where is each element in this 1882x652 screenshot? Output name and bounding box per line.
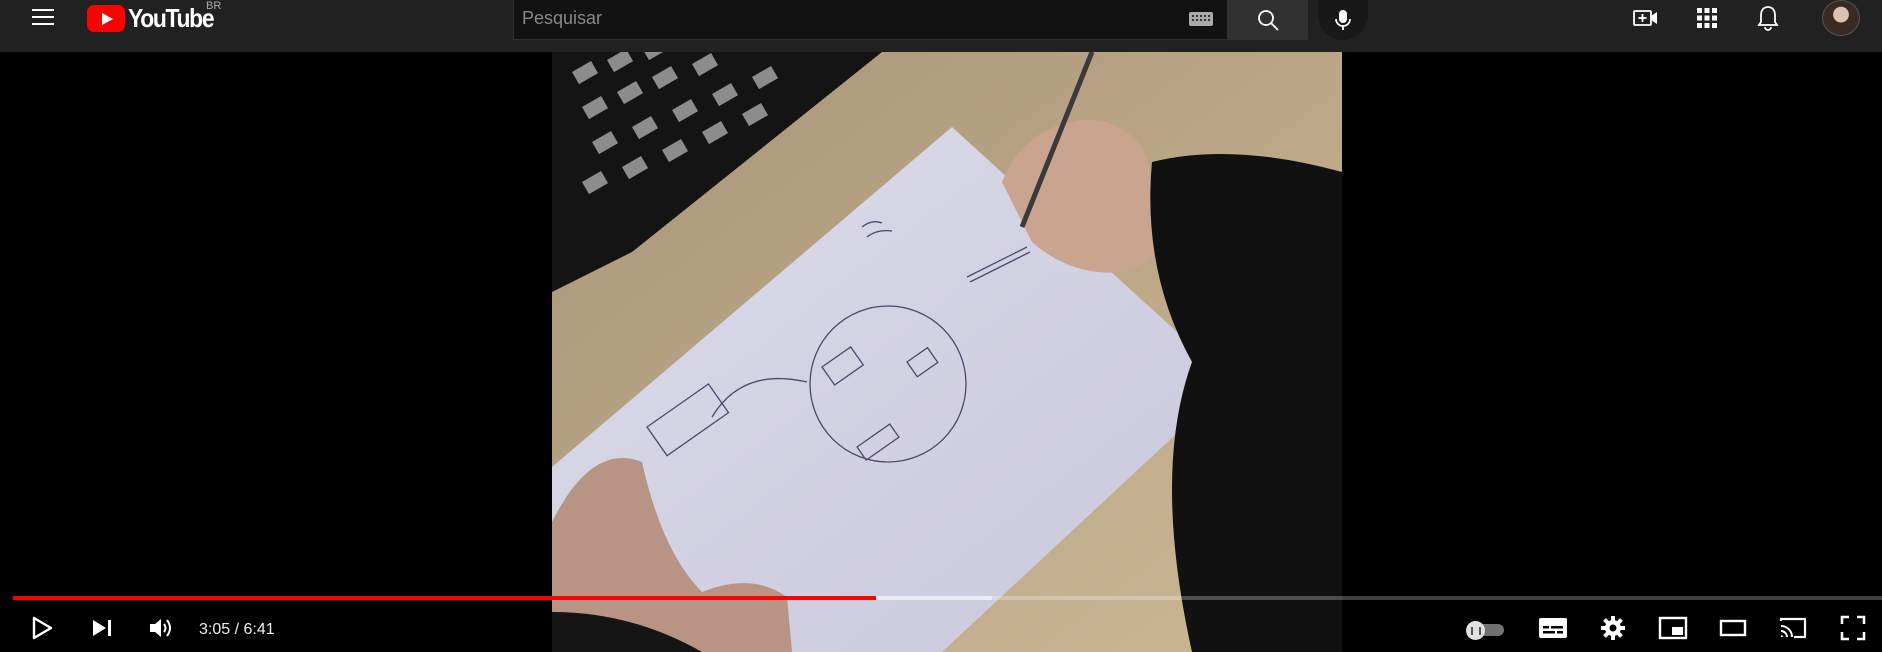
apps-button[interactable] [1689,4,1725,32]
search-icon [1258,10,1279,31]
video-content [552,52,1342,652]
next-button[interactable] [82,608,122,648]
notifications-button[interactable] [1750,4,1786,32]
mic-icon [1335,10,1351,30]
player-controls: 3:05 / 6:41 [0,608,1882,652]
voice-search-button[interactable] [1318,0,1368,40]
settings-gear-icon [1601,616,1625,640]
miniplayer-icon [1658,616,1688,640]
next-icon [93,620,111,636]
subtitles-button[interactable] [1533,608,1573,648]
logo-text: YouTube [128,2,215,33]
cast-icon [1779,617,1807,639]
theater-mode-button[interactable] [1713,608,1753,648]
youtube-logo[interactable]: YouTube [87,3,225,33]
search-input[interactable] [514,0,1154,36]
create-button[interactable] [1628,4,1664,32]
masthead: YouTube BR [0,0,1882,52]
volume-icon [150,619,171,637]
settings-button[interactable] [1593,608,1633,648]
search-button[interactable] [1228,0,1308,40]
apps-grid-icon [1697,8,1717,28]
search-box [513,0,1228,40]
volume-button[interactable] [142,608,182,648]
progress-bar[interactable] [13,596,1882,600]
time-display: 3:05 / 6:41 [199,621,275,638]
keyboard-icon[interactable] [1189,12,1213,26]
play-button[interactable] [22,608,62,648]
fullscreen-button[interactable] [1833,608,1873,648]
played-bar [13,596,877,600]
video-frame[interactable] [552,52,1342,652]
country-code: BR [206,0,222,12]
autoplay-pause-icon [1466,621,1485,640]
notifications-bell-icon [1757,6,1779,31]
menu-icon[interactable] [28,4,58,30]
fullscreen-icon [1840,615,1866,641]
search-bar [513,0,1308,40]
miniplayer-button[interactable] [1653,608,1693,648]
avatar[interactable] [1822,0,1860,36]
play-icon [32,616,53,640]
cast-button[interactable] [1773,608,1813,648]
autoplay-toggle[interactable] [1466,621,1506,640]
subtitles-icon [1539,618,1567,638]
youtube-play-logo-icon [87,4,125,32]
theater-mode-icon [1719,619,1747,637]
create-video-icon [1633,10,1657,26]
